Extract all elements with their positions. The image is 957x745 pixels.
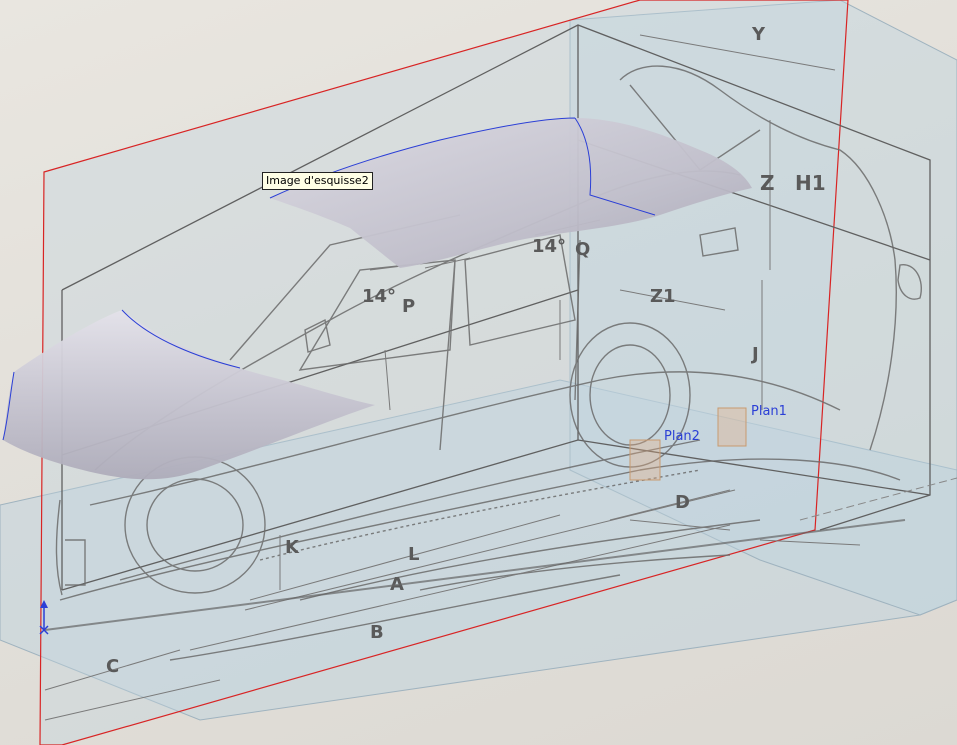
plan2-label[interactable]: Plan2 (664, 429, 700, 444)
tooltip-sketch-image: Image d'esquisse2 (262, 172, 373, 190)
plan1-marker[interactable] (717, 407, 747, 447)
dim-y: Y (751, 24, 766, 45)
dim-q: Q (575, 239, 590, 260)
dim-c: C (106, 656, 119, 677)
dim-angle-rear: 14° (532, 236, 566, 257)
dim-z: Z (760, 171, 775, 195)
dim-angle-front: 14° (362, 286, 396, 307)
dim-p: P (402, 296, 415, 317)
dim-b: B (370, 622, 384, 643)
dim-d: D (675, 492, 690, 513)
plan2-marker[interactable] (629, 439, 661, 481)
plan1-label[interactable]: Plan1 (751, 404, 787, 419)
dim-z1: Z1 (650, 286, 676, 307)
cad-viewport[interactable]: Y Z H1 Z1 J 14° 14° P Q K L A B C D Plan… (0, 0, 957, 745)
cad-scene[interactable]: Y Z H1 Z1 J 14° 14° P Q K L A B C D Plan… (0, 0, 957, 745)
dim-k: K (285, 537, 300, 558)
dim-j: J (750, 344, 759, 365)
dim-h1: H1 (795, 171, 826, 195)
dim-l: L (408, 544, 419, 565)
